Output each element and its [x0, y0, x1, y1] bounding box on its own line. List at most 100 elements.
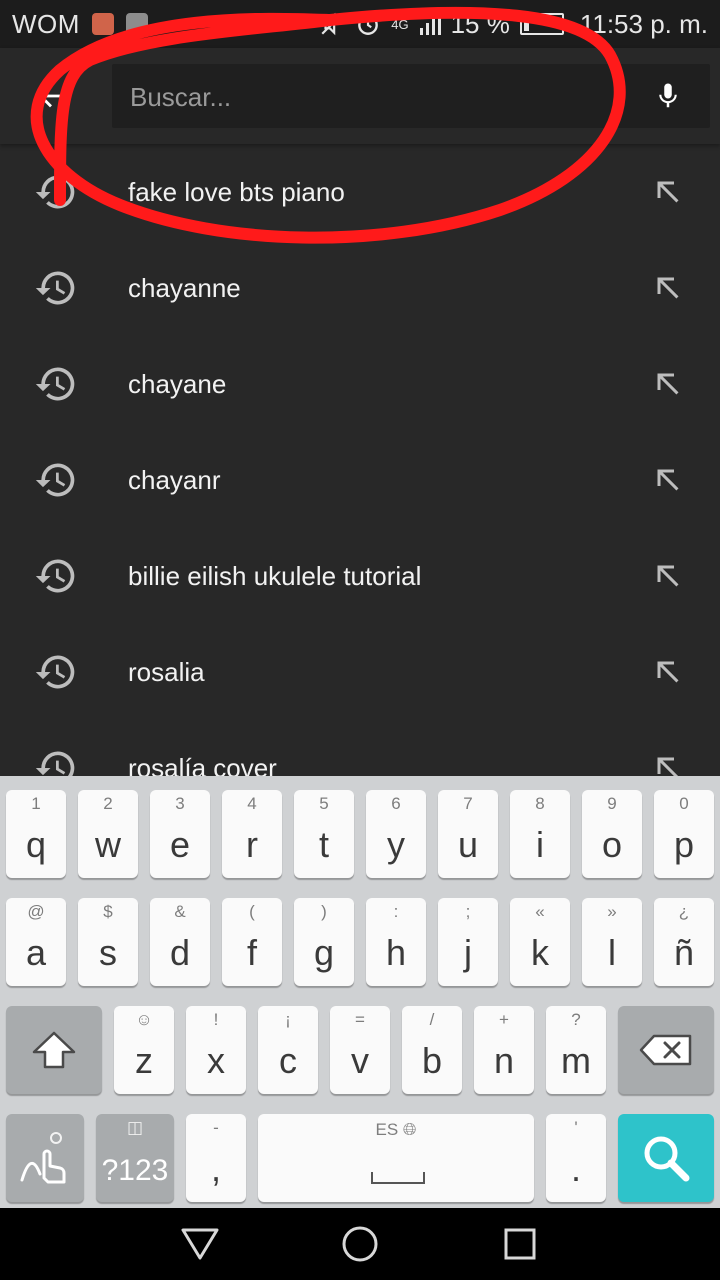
key-secondary: 4 — [247, 794, 257, 813]
key-b[interactable]: / b — [402, 1006, 462, 1094]
suggestion-item[interactable]: chayanne — [0, 240, 720, 336]
key-a[interactable]: @ a — [6, 898, 66, 986]
key-s[interactable]: $ s — [78, 898, 138, 986]
key-label: l — [608, 932, 616, 973]
key-secondary: @ — [27, 902, 45, 921]
key-label: o — [601, 824, 623, 865]
key-o[interactable]: 9o — [582, 790, 642, 878]
key-u[interactable]: 7u — [438, 790, 498, 878]
key-secondary: ? — [571, 1010, 581, 1029]
key-h[interactable]: :h — [366, 898, 426, 986]
suggestion-text: rosalía cover — [128, 752, 277, 777]
key-y[interactable]: 6y — [366, 790, 426, 878]
suggestion-text: fake love bts piano — [128, 176, 345, 207]
voice-search-button[interactable] — [644, 72, 692, 120]
suggestion-item[interactable]: rosalia — [0, 624, 720, 720]
key-label: . — [570, 1148, 581, 1189]
key-label: q — [25, 824, 47, 865]
comma-key[interactable]: -, — [186, 1114, 246, 1202]
key-k[interactable]: «k — [510, 898, 570, 986]
key-j[interactable]: ; j — [438, 898, 498, 986]
back-button[interactable] — [26, 72, 74, 120]
circle-home-icon — [342, 1226, 378, 1262]
suggestion-item[interactable]: rosalía cover — [0, 720, 720, 776]
key-p[interactable]: 0p — [654, 790, 714, 878]
key-secondary: ( — [249, 902, 255, 921]
key-label: t — [318, 824, 329, 865]
arrow-up-left-icon[interactable] — [650, 270, 686, 306]
suggestion-item[interactable]: chayanr — [0, 432, 720, 528]
key-r[interactable]: 4r — [222, 790, 282, 878]
key-ñ[interactable]: ¿ ñ — [654, 898, 714, 986]
key-e[interactable]: 3e — [150, 790, 210, 878]
signal-icon — [419, 13, 441, 35]
arrow-up-left-icon[interactable] — [650, 462, 686, 498]
key-d[interactable]: & d — [150, 898, 210, 986]
symbols-label: ?123 — [101, 1154, 169, 1187]
key-w[interactable]: 2w — [78, 790, 138, 878]
suggestion-item[interactable]: fake love bts piano — [0, 144, 720, 240]
key-secondary: ) — [321, 902, 327, 921]
key-label: ñ — [673, 932, 695, 973]
globe-icon: 🌐︎ — [402, 1120, 417, 1139]
key-secondary: / — [429, 1010, 435, 1029]
space-key[interactable]: ES 🌐︎ — [258, 1114, 534, 1202]
arrow-up-left-icon[interactable] — [650, 366, 686, 402]
key-label: b — [421, 1040, 443, 1081]
arrow-up-left-icon[interactable] — [650, 558, 686, 594]
language-label: ES 🌐︎ — [258, 1120, 534, 1140]
arrow-up-left-icon[interactable] — [650, 654, 686, 690]
key-z[interactable]: ☺ z — [114, 1006, 174, 1094]
key-t[interactable]: 5t — [294, 790, 354, 878]
symbols-key[interactable]: ◫ ?123 — [96, 1114, 174, 1202]
arrow-up-left-icon[interactable] — [650, 750, 686, 776]
suggestion-item[interactable]: billie eilish ukulele tutorial — [0, 528, 720, 624]
shift-key[interactable] — [6, 1006, 102, 1094]
battery-icon — [519, 13, 568, 35]
key-i[interactable]: 8i — [510, 790, 570, 878]
key-label: c — [279, 1040, 297, 1081]
search-input[interactable] — [128, 72, 632, 122]
gesture-settings-key[interactable] — [6, 1114, 84, 1202]
key-secondary: 8 — [535, 794, 545, 813]
key-label: n — [493, 1040, 515, 1081]
key-secondary: 2 — [103, 794, 113, 813]
nav-home-button[interactable] — [338, 1222, 382, 1266]
key-label: k — [531, 932, 549, 973]
key-label: v — [351, 1040, 369, 1081]
key-g[interactable]: ) g — [294, 898, 354, 986]
period-key[interactable]: '. — [546, 1114, 606, 1202]
notification-image-icon — [125, 13, 148, 35]
key-c[interactable]: ¡ c — [258, 1006, 318, 1094]
search-key[interactable] — [618, 1114, 714, 1202]
suggestion-list: fake love bts piano chayanne chayane chayan… — [0, 144, 720, 776]
key-secondary: : — [393, 902, 399, 921]
key-l[interactable]: » l — [582, 898, 642, 986]
key-label: h — [385, 932, 407, 973]
suggestion-text: chayanr — [128, 464, 221, 495]
arrow-up-left-icon[interactable] — [650, 174, 686, 210]
key-q[interactable]: 1q — [6, 790, 66, 878]
clipboard-icon: ◫ — [126, 1118, 144, 1137]
key-label: i — [536, 824, 544, 865]
language-code: ES — [375, 1120, 399, 1139]
backspace-key[interactable] — [618, 1006, 714, 1094]
nav-recents-button[interactable] — [498, 1222, 542, 1266]
key-x[interactable]: ! x — [186, 1006, 246, 1094]
key-secondary: « — [535, 902, 545, 921]
key-secondary: ! — [213, 1010, 219, 1029]
key-label: p — [673, 824, 695, 865]
key-f[interactable]: (f — [222, 898, 282, 986]
nav-back-button[interactable] — [178, 1222, 222, 1266]
space-icon — [371, 1172, 425, 1184]
suggestion-item[interactable]: chayane — [0, 336, 720, 432]
key-n[interactable]: + n — [474, 1006, 534, 1094]
suggestion-text: billie eilish ukulele tutorial — [128, 560, 422, 591]
search-icon — [644, 1136, 690, 1182]
key-v[interactable]: = v — [330, 1006, 390, 1094]
clock: 11:53 p. m. — [579, 8, 708, 39]
key-secondary: 3 — [175, 794, 185, 813]
backspace-icon — [639, 1034, 692, 1066]
key-m[interactable]: ? m — [546, 1006, 606, 1094]
arrow-left-icon — [38, 84, 62, 108]
